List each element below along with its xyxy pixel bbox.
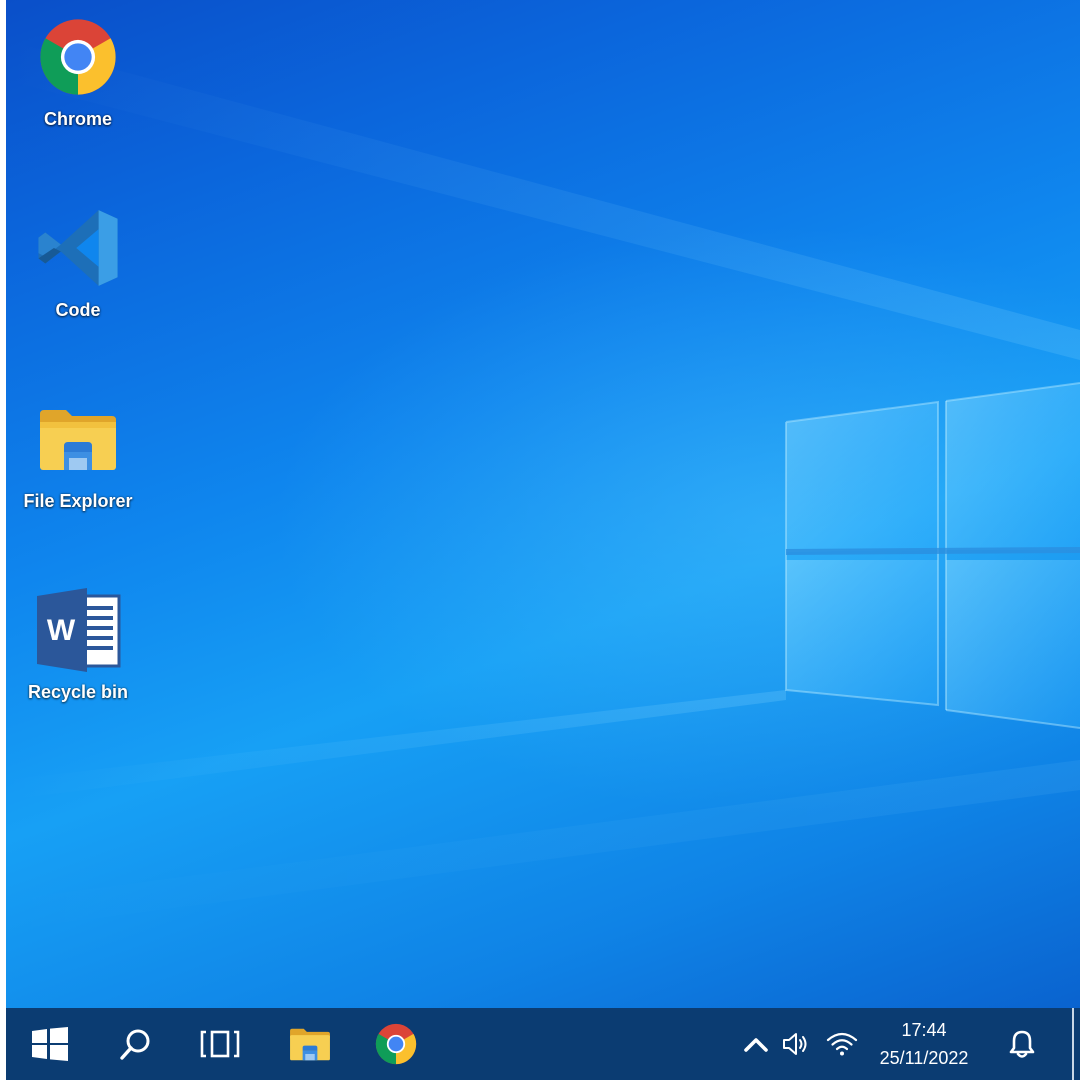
notifications-button[interactable] (1000, 1008, 1044, 1080)
taskbar-chrome[interactable] (364, 1008, 428, 1080)
file-explorer-icon (290, 1028, 330, 1061)
show-hidden-icons-button[interactable] (738, 1008, 774, 1080)
chevron-up-icon (744, 1038, 768, 1052)
svg-text:W: W (47, 614, 76, 647)
volume-icon (783, 1033, 807, 1055)
windows-start-icon (32, 1027, 68, 1061)
taskbar: 17:44 25/11/2022 (6, 1008, 1080, 1080)
search-icon (120, 1029, 150, 1060)
start-button[interactable] (18, 1008, 82, 1080)
search-button[interactable] (104, 1008, 168, 1080)
wifi-icon (826, 1032, 858, 1056)
network-button[interactable] (822, 1008, 862, 1080)
folder-icon (33, 394, 123, 484)
desktop-icon-recycle-bin[interactable]: W Recycle bin (14, 585, 142, 725)
desktop[interactable]: Chrome Code File Explorer W Recycle bin (6, 0, 1080, 1008)
desktop-icon-label: Chrome (43, 109, 112, 129)
wallpaper-windows-logo (6, 40, 1080, 930)
desktop-icon-code[interactable]: Code (14, 203, 142, 343)
chrome-icon (375, 1023, 417, 1065)
word-document-icon: W (33, 585, 123, 675)
desktop-icon-file-explorer[interactable]: File Explorer (14, 394, 142, 534)
desktop-icon-chrome[interactable]: Chrome (14, 12, 142, 152)
notification-bell-icon (1009, 1030, 1035, 1058)
clock-time: 17:44 (901, 1020, 947, 1040)
screen: Chrome Code File Explorer W Recycle bin … (6, 0, 1080, 1080)
task-view-icon (200, 1030, 240, 1058)
task-view-button[interactable] (188, 1008, 252, 1080)
taskbar-file-explorer[interactable] (278, 1008, 342, 1080)
chrome-icon (33, 12, 123, 102)
vscode-icon (33, 203, 123, 293)
clock[interactable]: 17:44 25/11/2022 (868, 1008, 980, 1080)
desktop-icon-label: File Explorer (23, 491, 133, 511)
desktop-icon-label: Code (55, 300, 101, 320)
taskbar-edge-divider (1072, 1008, 1074, 1080)
volume-button[interactable] (778, 1008, 814, 1080)
clock-date: 25/11/2022 (879, 1048, 969, 1068)
desktop-icon-label: Recycle bin (27, 682, 129, 702)
